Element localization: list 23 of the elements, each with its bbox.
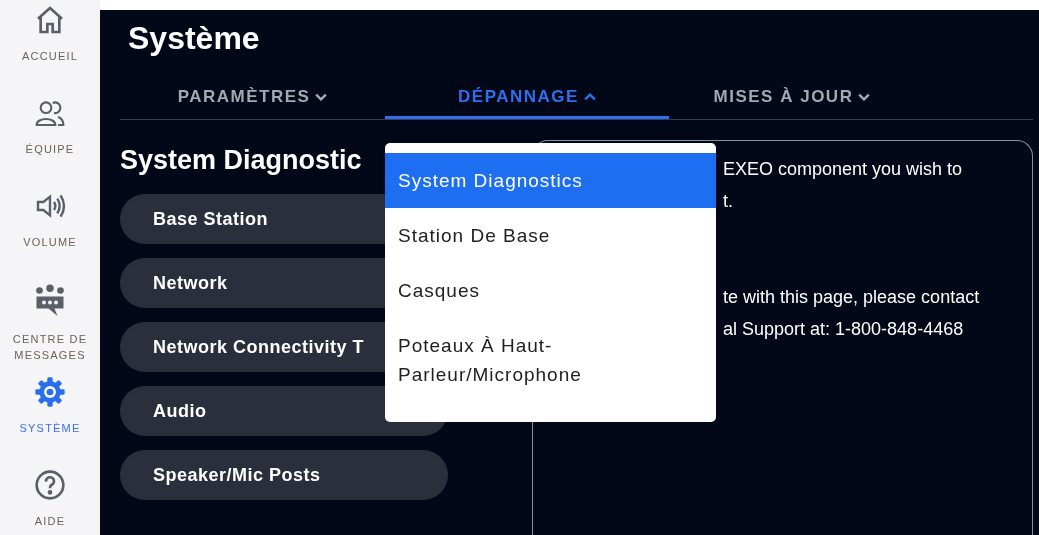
nav-item[interactable]: AIDE xyxy=(0,469,100,535)
tab[interactable]: DÉPANNAGE xyxy=(385,85,669,119)
nav-item[interactable]: SYSTÈME xyxy=(0,376,100,469)
page-title: Système xyxy=(128,20,261,57)
nav-item[interactable]: ÉQUIPE xyxy=(0,97,100,190)
menu-item[interactable]: System Diagnostics xyxy=(385,153,716,208)
nav-item[interactable]: ACCUEIL xyxy=(0,4,100,97)
diagnostic-button[interactable]: Speaker/Mic Posts xyxy=(120,450,448,500)
tab[interactable]: PARAMÈTRES xyxy=(120,85,385,119)
settings-icon xyxy=(34,376,66,408)
nav-item[interactable]: CENTRE DE MESSAGES xyxy=(0,283,100,376)
info-text: t. xyxy=(723,190,734,213)
home-icon xyxy=(34,4,66,36)
tab[interactable]: MISES À JOUR xyxy=(669,85,915,119)
info-text: EXEO component you wish to xyxy=(723,158,964,181)
chevron-icon xyxy=(858,92,871,101)
section-title: System Diagnostic xyxy=(120,145,363,176)
info-text: al Support at: 1-800-848-4468 xyxy=(723,318,965,341)
nav-item[interactable]: VOLUME xyxy=(0,190,100,283)
help-icon xyxy=(34,469,66,501)
chevron-icon xyxy=(315,92,328,101)
chevron-icon xyxy=(583,92,596,101)
info-text: te with this page, please contact xyxy=(723,286,981,309)
